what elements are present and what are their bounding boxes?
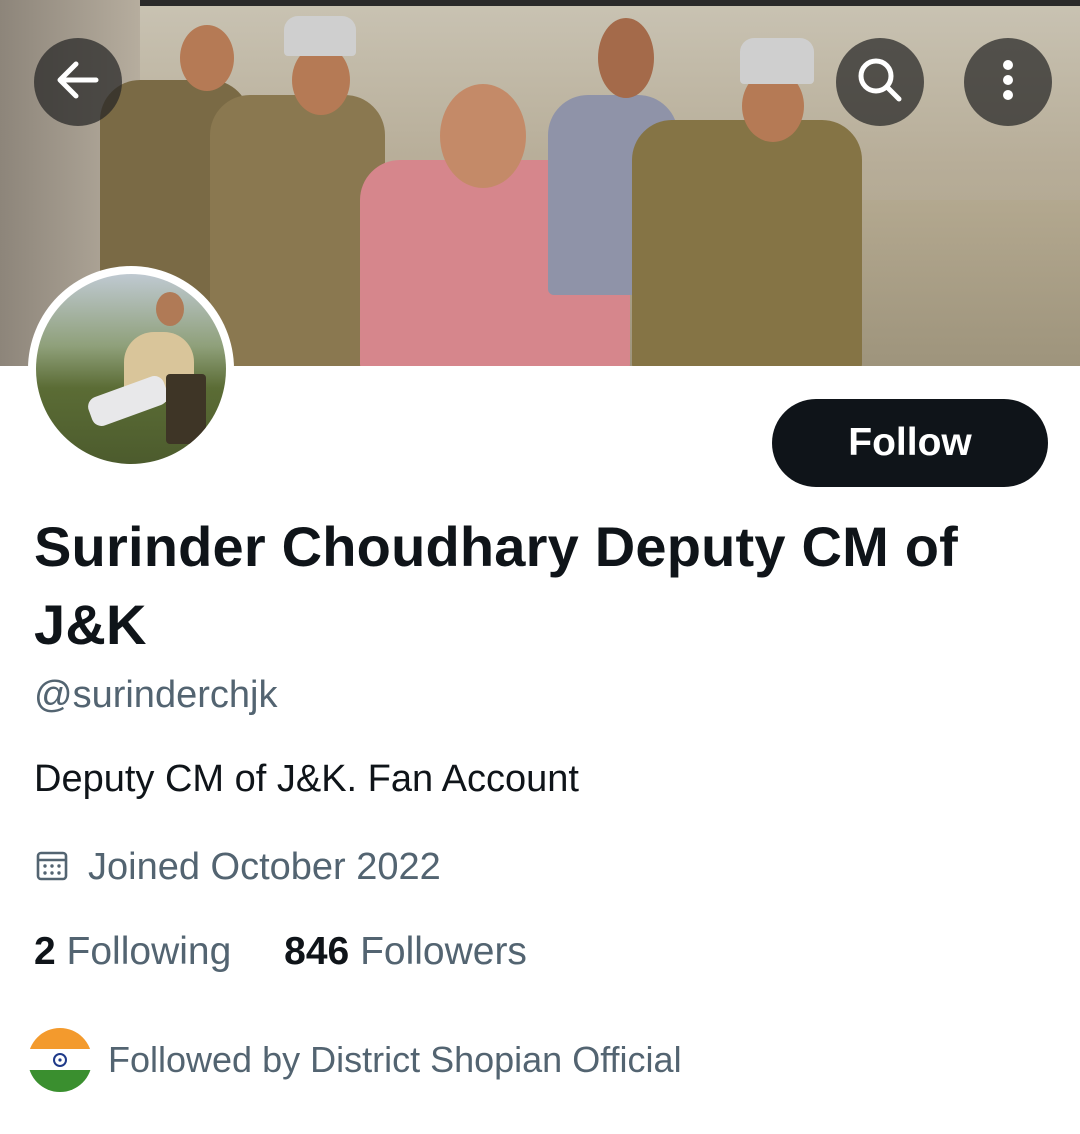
banner-person-2 xyxy=(210,95,385,366)
following-link[interactable]: 2 Following xyxy=(34,930,242,973)
india-flag-avatar xyxy=(28,1028,92,1092)
followers-label: Followers xyxy=(360,930,527,973)
avatar-person-head xyxy=(156,292,184,326)
back-button[interactable] xyxy=(34,38,122,126)
avatar-photo xyxy=(36,274,226,464)
followers-link[interactable]: 846 Followers xyxy=(284,930,527,973)
profile-bio: Deputy CM of J&K. Fan Account xyxy=(34,758,579,800)
profile-display-name: Surinder Choudhary Deputy CM of J&K xyxy=(34,515,958,656)
profile-handle: @surinderchjk xyxy=(34,674,278,716)
search-icon xyxy=(854,54,906,111)
calendar-icon xyxy=(34,847,70,888)
followed-by-text: Followed by District Shopian Official xyxy=(108,1039,682,1080)
search-button[interactable] xyxy=(836,38,924,126)
joined-text: Joined October 2022 xyxy=(88,846,441,888)
profile-stats: 2 Following 846 Followers xyxy=(34,930,527,974)
following-label: Following xyxy=(66,930,232,973)
arrow-left-icon xyxy=(52,54,104,111)
followed-by-row[interactable]: Followed by District Shopian Official xyxy=(28,1028,682,1092)
follow-button[interactable]: Follow xyxy=(772,399,1048,487)
banner-cap-2 xyxy=(284,16,356,56)
more-vertical-icon xyxy=(982,54,1034,111)
joined-date: Joined October 2022 xyxy=(34,846,441,889)
profile-avatar[interactable] xyxy=(28,266,234,472)
banner-cap-5 xyxy=(740,38,814,84)
banner-top-edge xyxy=(0,0,1080,6)
more-button[interactable] xyxy=(964,38,1052,126)
banner-head-4 xyxy=(598,18,654,98)
banner-head-3 xyxy=(440,84,526,188)
following-count: 2 xyxy=(34,930,56,973)
followers-count: 846 xyxy=(284,930,350,973)
avatar-chair xyxy=(166,374,206,444)
banner-person-5 xyxy=(632,120,862,366)
banner-head-1 xyxy=(180,25,234,91)
